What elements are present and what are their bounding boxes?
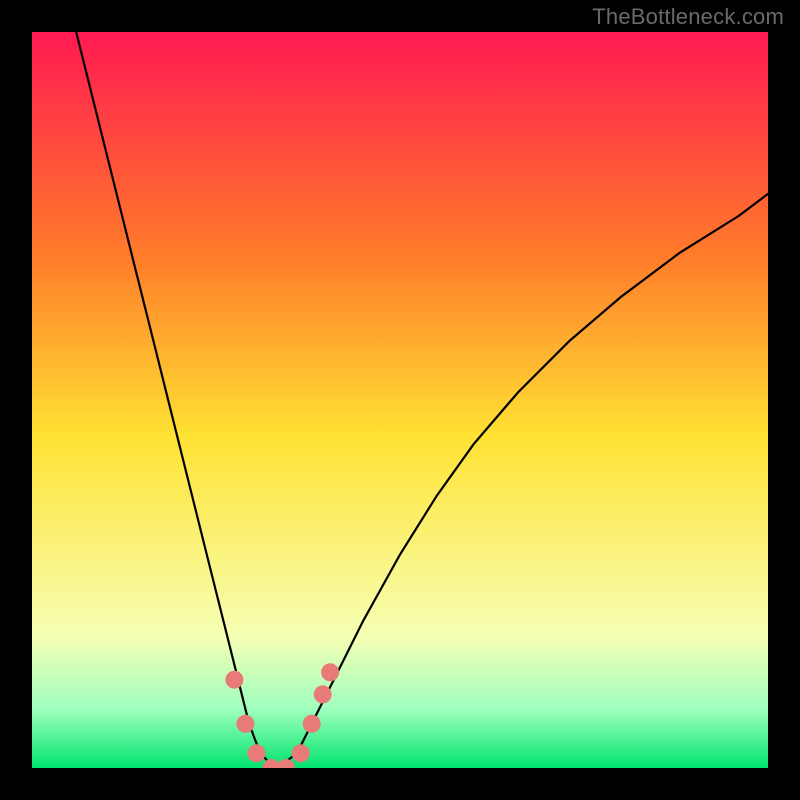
gradient-background xyxy=(32,32,768,768)
marker-dot xyxy=(292,744,310,762)
chart-frame: TheBottleneck.com xyxy=(0,0,800,800)
marker-dot xyxy=(303,715,321,733)
marker-dot xyxy=(236,715,254,733)
marker-dot xyxy=(321,663,339,681)
marker-dot xyxy=(225,671,243,689)
chart-svg xyxy=(32,32,768,768)
marker-dot xyxy=(248,744,266,762)
plot-area xyxy=(32,32,768,768)
watermark-text: TheBottleneck.com xyxy=(592,4,784,30)
marker-dot xyxy=(314,685,332,703)
